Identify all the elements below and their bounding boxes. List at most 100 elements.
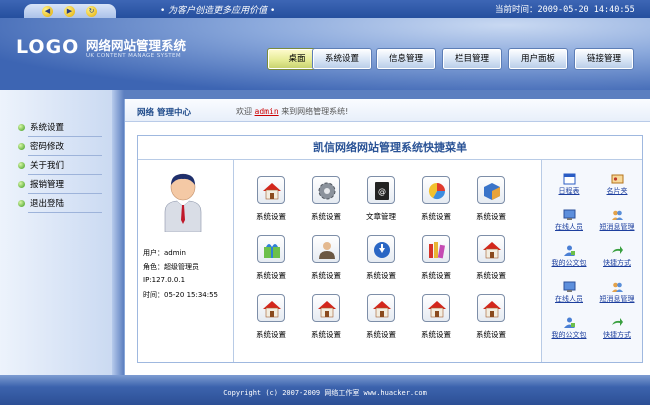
shortcut-tile[interactable]: 系统设置 xyxy=(246,294,296,344)
shortcut-tile[interactable]: 系统设置 xyxy=(466,294,516,344)
shortcut-tile[interactable]: 系统设置 xyxy=(466,176,516,226)
shortcut-label: 系统设置 xyxy=(256,212,286,221)
quick-link-shortcut[interactable]: 快捷方式 xyxy=(594,244,640,272)
copyright: Copyright (c) 2007-2009 网络工作室 www.huacke… xyxy=(223,389,427,397)
current-time: 当前时间：2009-05-20 14:40:55 xyxy=(495,5,635,15)
shortcut-tile[interactable]: 系统设置 xyxy=(356,294,406,344)
home-icon xyxy=(477,294,505,322)
shortcut-tile[interactable]: 系统设置 xyxy=(301,235,351,285)
tab-user-panel[interactable]: 用户面板 xyxy=(508,48,568,70)
quick-link-label: 我的公文包 xyxy=(551,331,587,339)
shortcut-label: 系统设置 xyxy=(366,330,396,339)
shortcut-label: 系统设置 xyxy=(421,271,451,280)
tab-link-management[interactable]: 链接管理 xyxy=(574,48,634,70)
quick-link-shortcut[interactable]: 快捷方式 xyxy=(594,316,640,344)
shortcut-grid: 系统设置 系统设置 @ 文章管理 系统设置 系统设置 系统设置 系统设置 系统设… xyxy=(234,160,542,362)
shortcut-tile[interactable]: 系统设置 xyxy=(301,294,351,344)
home-icon xyxy=(257,294,285,322)
online-users-icon xyxy=(563,209,575,220)
slogan: • 为客户创造更多应用价值 • xyxy=(160,6,276,16)
quick-links: 日程表 名片夹 在线人员 短消息管理 我的公文包 快捷方式 在线人员 短消息管理… xyxy=(542,160,642,362)
home-icon xyxy=(257,176,285,204)
tab-system-settings[interactable]: 系统设置 xyxy=(312,48,372,70)
quick-link-label: 在线人员 xyxy=(555,295,583,303)
breadcrumb: 网络 管理中心 xyxy=(137,108,191,118)
quick-link-briefcase[interactable]: 我的公文包 xyxy=(546,244,592,272)
quick-link-calendar[interactable]: 日程表 xyxy=(546,172,592,200)
shortcut-tile[interactable]: 系统设置 xyxy=(411,235,461,285)
briefcase-icon xyxy=(563,317,575,328)
message-icon xyxy=(611,282,623,292)
sidebar-item-password[interactable]: 密码修改 xyxy=(18,139,102,156)
sidebar-item-system-settings[interactable]: 系统设置 xyxy=(18,120,102,137)
refresh-icon[interactable]: ↻ xyxy=(86,6,97,17)
system-subtitle: UK CONTENT MANAGE SYSTEM xyxy=(86,53,182,59)
panel-title: 凯信网络网站管理系统快捷菜单 xyxy=(138,136,642,160)
bullet-icon xyxy=(18,200,25,207)
shortcut-label: 系统设置 xyxy=(311,271,341,280)
quick-link-messages[interactable]: 短消息管理 xyxy=(594,208,640,236)
shortcut-label: 系统设置 xyxy=(311,212,341,221)
home-icon xyxy=(312,294,340,322)
shortcut-label: 系统设置 xyxy=(256,330,286,339)
shortcut-tile[interactable]: 系统设置 xyxy=(246,176,296,226)
user-name: 用户：admin xyxy=(143,249,186,257)
shortcut-tile[interactable]: 系统设置 xyxy=(356,235,406,285)
forward-icon[interactable]: ▶ xyxy=(64,6,75,17)
shortcut-label: 系统设置 xyxy=(366,271,396,280)
sidebar-item-about[interactable]: 关于我们 xyxy=(18,158,102,175)
books-icon xyxy=(422,235,450,263)
shortcut-tile[interactable]: 系统设置 xyxy=(246,235,296,285)
shortcut-tile[interactable]: 系统设置 xyxy=(411,176,461,226)
username-link[interactable]: admin xyxy=(255,107,279,116)
quick-link-card[interactable]: 名片夹 xyxy=(594,172,640,200)
footer: Copyright (c) 2007-2009 网络工作室 www.huacke… xyxy=(0,375,650,405)
welcome-suffix: 来到网络管理系统! xyxy=(281,107,349,116)
sidebar-item-label: 退出登陆 xyxy=(30,199,65,209)
sidebar-item-logout[interactable]: 退出登陆 xyxy=(18,196,102,213)
quick-link-online-users[interactable]: 在线人员 xyxy=(546,280,592,308)
home-icon xyxy=(422,294,450,322)
quick-link-messages[interactable]: 短消息管理 xyxy=(594,280,640,308)
shortcut-label: 系统设置 xyxy=(476,212,506,221)
shortcut-label: 系统设置 xyxy=(311,330,341,339)
home-icon xyxy=(367,294,395,322)
avatar xyxy=(164,173,202,232)
shortcut-tile[interactable]: 系统设置 xyxy=(466,235,516,285)
quick-link-label: 短消息管理 xyxy=(599,295,635,303)
shortcut-tile[interactable]: 系统设置 xyxy=(411,294,461,344)
sidebar-item-reimbursement[interactable]: 报销管理 xyxy=(18,177,102,194)
sidebar-item-label: 报销管理 xyxy=(30,180,65,190)
quick-link-briefcase[interactable]: 我的公文包 xyxy=(546,316,592,344)
home-icon xyxy=(477,235,505,263)
system-title: 网络网站管理系统 xyxy=(86,38,187,53)
quick-link-online-users[interactable]: 在线人员 xyxy=(546,208,592,236)
user-icon xyxy=(312,235,340,263)
shortcut-label: 文章管理 xyxy=(366,212,396,221)
shortcut-tile[interactable]: 系统设置 xyxy=(301,176,351,226)
tab-column-management[interactable]: 栏目管理 xyxy=(442,48,502,70)
quick-menu-panel: 凯信网络网站管理系统快捷菜单 用户：admin 角色：超级管理员 IP:127.… xyxy=(137,135,643,363)
login-time: 时间：05-20 15:34:55 xyxy=(143,291,219,299)
user-ip: IP:127.0.0.1 xyxy=(143,276,186,284)
tab-info-management[interactable]: 信息管理 xyxy=(376,48,436,70)
gift-icon xyxy=(257,235,285,263)
welcome-message: 欢迎 admin 来到网络管理系统! xyxy=(236,106,348,117)
quick-link-label: 短消息管理 xyxy=(599,223,635,231)
shortcut-label: 系统设置 xyxy=(256,271,286,280)
bullet-icon xyxy=(18,124,25,131)
top-bar: ◀ ▶ ↻ • 为客户创造更多应用价值 • 当前时间：2009-05-20 14… xyxy=(0,0,650,19)
card-icon xyxy=(611,174,623,184)
shortcut-tile[interactable]: @ 文章管理 xyxy=(356,176,406,226)
book-icon: @ xyxy=(367,176,395,204)
quick-link-label: 我的公文包 xyxy=(551,259,587,267)
calendar-icon xyxy=(563,173,575,185)
user-info-box: 用户：admin 角色：超级管理员 IP:127.0.0.1 时间：05-20 … xyxy=(138,160,234,362)
back-icon[interactable]: ◀ xyxy=(42,6,53,17)
bullet-icon xyxy=(18,143,25,150)
quick-link-label: 在线人员 xyxy=(555,223,583,231)
nav-button-group: ◀ ▶ ↻ xyxy=(24,4,116,19)
box-icon xyxy=(477,176,505,204)
quick-link-label: 快捷方式 xyxy=(603,259,631,267)
header: LOGO 网络网站管理系统 UK CONTENT MANAGE SYSTEM 桌… xyxy=(0,18,650,90)
